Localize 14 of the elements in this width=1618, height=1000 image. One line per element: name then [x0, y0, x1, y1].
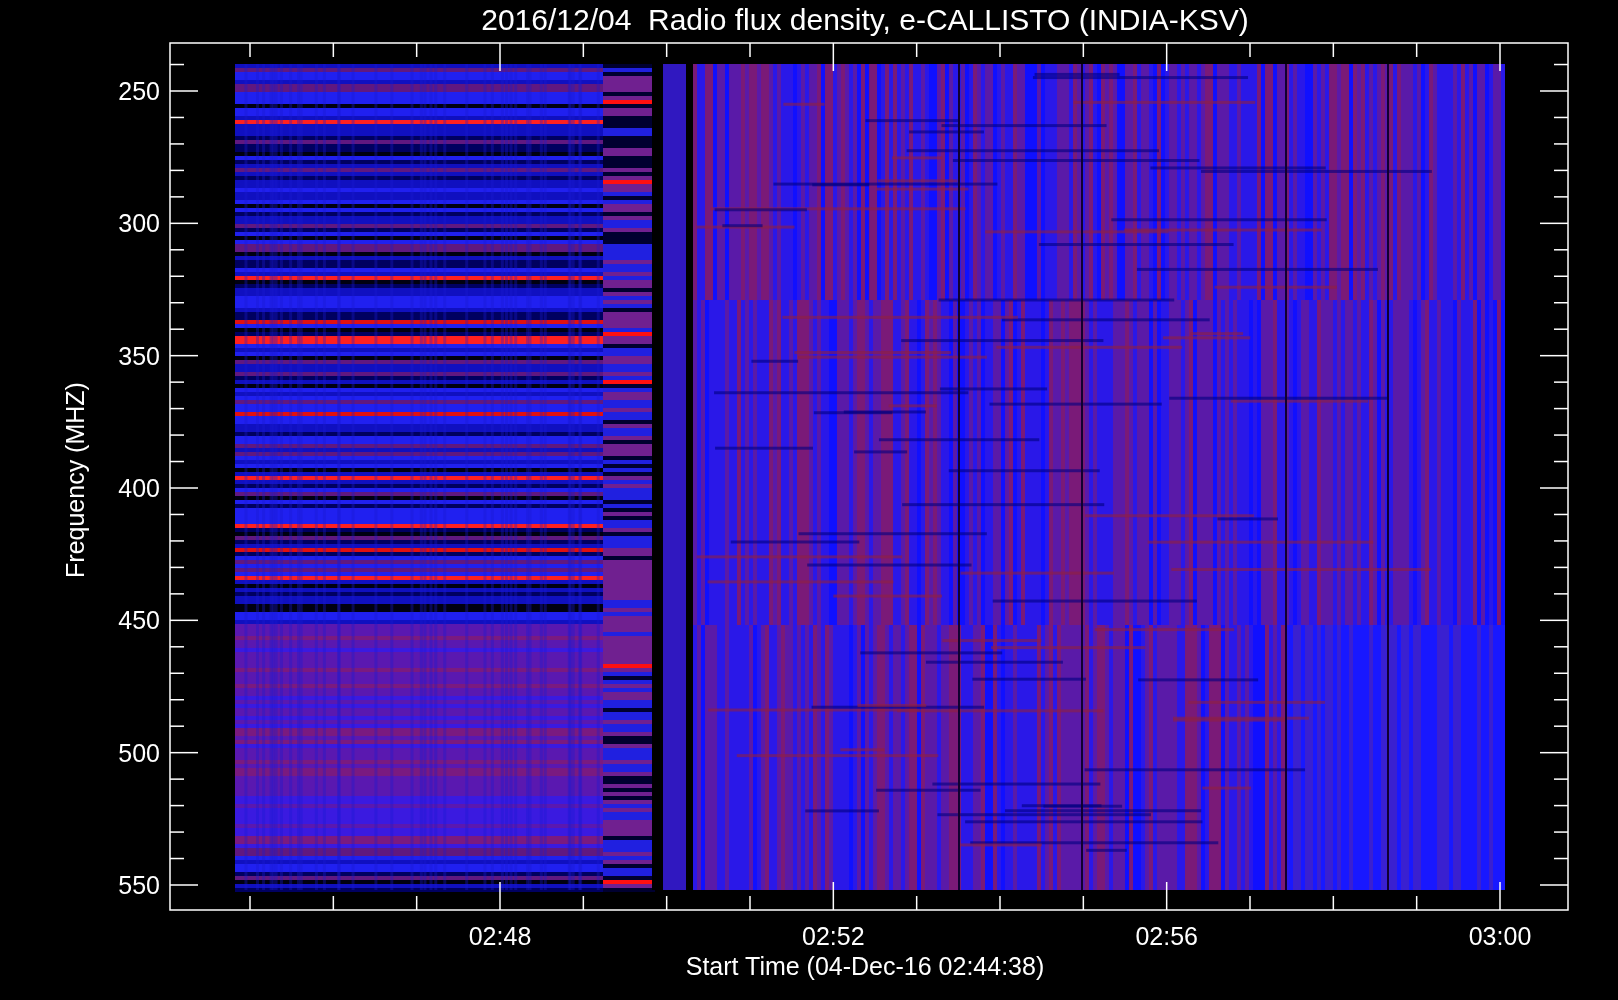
chart-title: 2016/12/04 Radio flux density, e-CALLISTO (INDIA-KSV) [481, 3, 1249, 36]
tick-label: 500 [118, 738, 160, 767]
tick-label: 550 [118, 871, 160, 899]
tick-label: 300 [118, 209, 160, 238]
tick-label: 450 [118, 606, 160, 635]
tick-label: 02:48 [468, 922, 532, 950]
axis-title: Start Time (04-Dec-16 02:44:38) [685, 952, 1045, 980]
tick-label: 350 [118, 341, 160, 370]
tick-label: 250 [118, 77, 160, 105]
tick-label: 400 [118, 474, 160, 502]
tick-label: 03:00 [1468, 922, 1532, 950]
tick-label: 02:56 [1135, 922, 1198, 950]
axis-title: Frequency (MHZ) [61, 382, 89, 578]
tick-label: 02:52 [802, 922, 865, 950]
